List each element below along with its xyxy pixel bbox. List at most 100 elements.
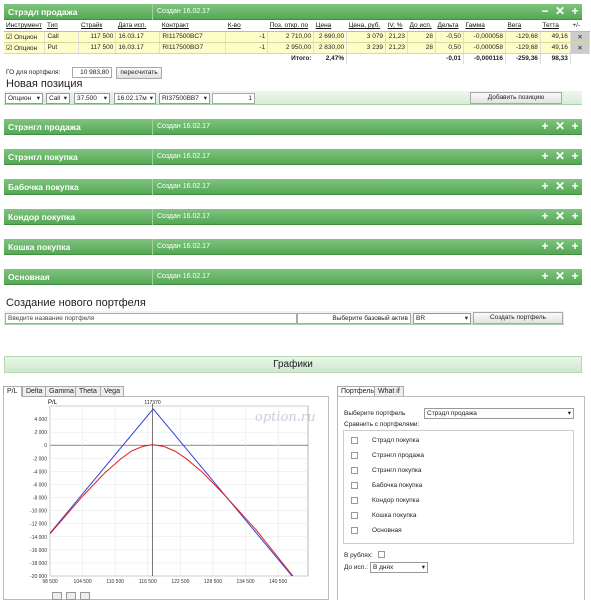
cell-vega: -129,68: [505, 31, 541, 43]
add-icon[interactable]: +: [539, 240, 551, 253]
col-price[interactable]: Цена: [313, 21, 347, 32]
strike-select[interactable]: 37.500: [74, 93, 110, 104]
col-theta[interactable]: Тетта: [540, 21, 571, 32]
portfolio-header[interactable]: Стрэдл продажа Создан 16.02.17 − ✕ +: [4, 4, 582, 20]
tab-gamma[interactable]: Gamma: [45, 386, 78, 397]
portfolio-created: Создан 16.02.17: [152, 119, 210, 135]
col-vega[interactable]: Вега: [505, 21, 541, 32]
date-select[interactable]: 16.02.17м: [114, 93, 156, 104]
base-asset-select[interactable]: BR: [413, 313, 471, 324]
cell-open[interactable]: 2 710,00: [267, 31, 315, 43]
add-icon[interactable]: +: [569, 210, 581, 223]
reset-zoom-icon[interactable]: [80, 592, 90, 600]
exp-select[interactable]: В днях: [370, 562, 428, 573]
rub-checkbox[interactable]: [378, 551, 385, 558]
close-icon[interactable]: ✕: [554, 180, 566, 193]
type-select[interactable]: Call: [46, 93, 70, 104]
compare-checkbox[interactable]: [351, 467, 358, 474]
col-exp[interactable]: До исп.: [407, 21, 436, 32]
portfolio-name-input[interactable]: Введите название портфеля: [5, 313, 297, 324]
portfolio-select[interactable]: Стрэдл продажа: [424, 408, 574, 419]
add-icon[interactable]: +: [569, 150, 581, 163]
portfolio-header[interactable]: Основная Создан 16.02.17 + ✕ +: [4, 269, 582, 285]
cell-price-rub: 3 079: [346, 31, 387, 43]
compare-checkbox[interactable]: [351, 497, 358, 504]
portfolio-title: Бабочка покупка: [8, 182, 79, 192]
add-icon[interactable]: +: [569, 270, 581, 283]
tab-delta[interactable]: Delta: [22, 386, 47, 397]
base-asset-label: Выберите базовый актив: [297, 313, 411, 324]
cell-qty[interactable]: -1: [225, 31, 269, 43]
cell-instrument: Опцион: [14, 44, 38, 52]
cell-open[interactable]: 2 950,00: [267, 42, 315, 54]
close-icon[interactable]: ✕: [554, 210, 566, 223]
create-portfolio-button[interactable]: Создать портфель: [473, 312, 563, 324]
portfolio-header[interactable]: Стрэнгл покупка Создан 16.02.17 + ✕ +: [4, 149, 582, 165]
cell-contract: RI117500BO7: [159, 42, 227, 54]
col-iv[interactable]: IV, %: [385, 21, 408, 32]
cell-qty[interactable]: -1: [225, 42, 269, 54]
col-contract[interactable]: Контракт: [159, 21, 226, 32]
close-icon[interactable]: ✕: [554, 150, 566, 163]
add-icon[interactable]: +: [569, 5, 581, 18]
cell-gamma: -0,000058: [463, 31, 506, 43]
x-tick-label: 104 500: [74, 579, 92, 585]
tab-pl[interactable]: P/L: [3, 386, 22, 397]
compare-checkbox[interactable]: [351, 527, 358, 534]
add-icon[interactable]: +: [569, 120, 581, 133]
cell-type: Put: [44, 42, 80, 54]
col-price-rub[interactable]: Цена, руб.: [346, 21, 386, 32]
graphs-header: Графики: [4, 356, 582, 373]
add-icon[interactable]: +: [539, 120, 551, 133]
delete-row-icon[interactable]: ✕: [570, 42, 591, 54]
col-instrument[interactable]: Инструмент: [4, 21, 45, 32]
contract-select[interactable]: RI37500BB7: [159, 93, 210, 104]
col-strike[interactable]: Страйк: [78, 21, 116, 32]
delete-row-icon[interactable]: ✕: [570, 31, 591, 43]
portfolio-header[interactable]: Бабочка покупка Создан 16.02.17 + ✕ +: [4, 179, 582, 195]
compare-checkbox[interactable]: [351, 512, 358, 519]
portfolio-header[interactable]: Кондор покупка Создан 16.02.17 + ✕ +: [4, 209, 582, 225]
qty-input[interactable]: 1: [212, 93, 255, 104]
compare-checkbox[interactable]: [351, 437, 358, 444]
compare-label-item: Кошка покупка: [372, 512, 417, 519]
compare-checkbox[interactable]: [351, 452, 358, 459]
add-icon[interactable]: +: [539, 180, 551, 193]
total-label: Итого:: [291, 55, 312, 63]
compare-checkbox[interactable]: [351, 482, 358, 489]
zoom-in-icon[interactable]: [52, 592, 62, 600]
close-icon[interactable]: ✕: [554, 240, 566, 253]
total-delta: -0,01: [435, 53, 464, 64]
tab-theta[interactable]: Theta: [75, 386, 101, 397]
close-icon[interactable]: ✕: [554, 270, 566, 283]
add-icon[interactable]: +: [569, 180, 581, 193]
col-qty[interactable]: К-во: [225, 21, 268, 32]
portfolio-header[interactable]: Кошка покупка Создан 16.02.17 + ✕ +: [4, 239, 582, 255]
col-date[interactable]: Дата исп.: [115, 21, 160, 32]
add-position-button[interactable]: Добавить позицию: [470, 92, 562, 104]
col-delta[interactable]: Дельта: [435, 21, 464, 32]
col-gamma[interactable]: Гамма: [463, 21, 506, 32]
add-icon[interactable]: +: [569, 240, 581, 253]
portfolio-header[interactable]: Стрэнгл продажа Создан 16.02.17 + ✕ +: [4, 119, 582, 135]
row-checkbox[interactable]: ☑: [6, 34, 12, 41]
add-icon[interactable]: +: [539, 270, 551, 283]
collapse-icon[interactable]: −: [539, 5, 551, 18]
cell-theta: 49,16: [540, 31, 571, 43]
col-open[interactable]: Поз. откр. по: [267, 21, 314, 32]
recalc-button[interactable]: пересчитать: [116, 67, 162, 79]
close-icon[interactable]: ✕: [554, 5, 566, 18]
close-icon[interactable]: ✕: [554, 120, 566, 133]
tab-vega[interactable]: Vega: [100, 386, 124, 397]
cell-iv: 21,23: [385, 42, 409, 54]
row-checkbox[interactable]: ☑: [6, 45, 12, 52]
cell-theta: 49,16: [540, 42, 571, 54]
zoom-out-icon[interactable]: [66, 592, 76, 600]
instrument-select[interactable]: Опцион: [5, 93, 43, 104]
portfolio-title: Кошка покупка: [8, 242, 71, 252]
add-icon[interactable]: +: [539, 150, 551, 163]
col-type[interactable]: Тип: [44, 21, 79, 32]
total-theta: 98,33: [540, 53, 571, 64]
cell-price: 2 690,00: [313, 31, 348, 43]
add-icon[interactable]: +: [539, 210, 551, 223]
